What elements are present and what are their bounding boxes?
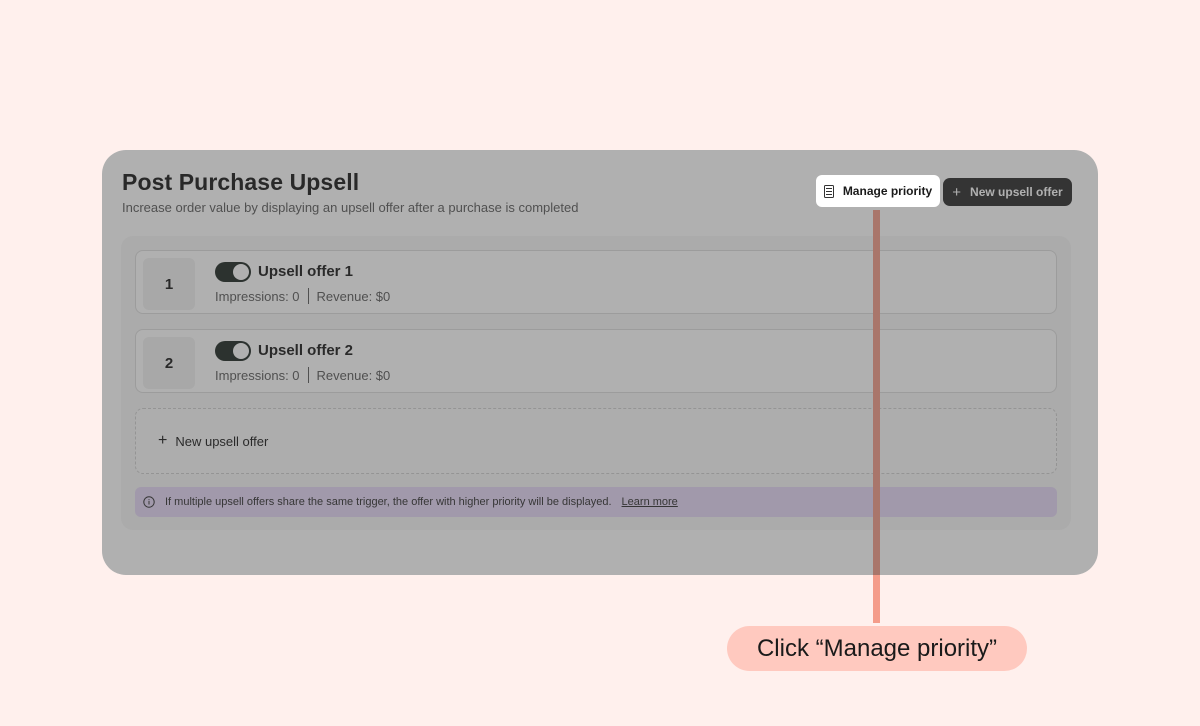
new-upsell-offer-label: New upsell offer: [970, 185, 1063, 199]
offer-row[interactable]: 2 Upsell offer 2 Impressions: 0 Revenue:…: [135, 329, 1057, 393]
info-icon: [143, 496, 155, 508]
page-subtitle: Increase order value by displaying an up…: [122, 200, 579, 215]
callout-pointer: [873, 210, 880, 623]
learn-more-link[interactable]: Learn more: [622, 496, 678, 508]
offer-toggle[interactable]: [215, 262, 251, 282]
offer-row[interactable]: 1 Upsell offer 1 Impressions: 0 Revenue:…: [135, 250, 1057, 314]
plus-icon: +: [158, 432, 168, 449]
offers-container: 1 Upsell offer 1 Impressions: 0 Revenue:…: [121, 236, 1071, 530]
instruction-callout: Click “Manage priority”: [727, 626, 1027, 671]
new-upsell-offer-button[interactable]: + New upsell offer: [943, 178, 1072, 206]
callout-text: Click “Manage priority”: [756, 634, 998, 662]
offer-stats: Impressions: 0 Revenue: $0: [215, 288, 390, 304]
revenue-stat: Revenue: $0: [316, 367, 391, 383]
plus-icon: +: [952, 183, 962, 201]
offer-stats: Impressions: 0 Revenue: $0: [215, 367, 390, 383]
manage-priority-label: Manage priority: [842, 184, 933, 198]
add-upsell-offer-label: New upsell offer: [175, 433, 269, 449]
toggle-knob: [233, 264, 249, 280]
manage-priority-button[interactable]: Manage priority: [816, 175, 940, 207]
toggle-knob: [233, 343, 249, 359]
add-upsell-offer-row[interactable]: + New upsell offer: [135, 408, 1057, 474]
page-title: Post Purchase Upsell: [122, 169, 360, 195]
priority-number: 2: [143, 337, 195, 389]
banner-text: If multiple upsell offers share the same…: [165, 496, 612, 508]
impressions-stat: Impressions: 0: [215, 288, 300, 304]
offer-name[interactable]: Upsell offer 2: [258, 342, 353, 359]
list-icon: [823, 184, 834, 198]
offer-name[interactable]: Upsell offer 1: [258, 263, 353, 280]
upsell-panel: Post Purchase Upsell Increase order valu…: [102, 150, 1098, 575]
priority-number: 1: [143, 258, 195, 310]
revenue-stat: Revenue: $0: [316, 288, 391, 304]
stat-divider: [307, 288, 309, 304]
offer-toggle[interactable]: [215, 341, 251, 361]
priority-info-banner: If multiple upsell offers share the same…: [135, 487, 1057, 517]
impressions-stat: Impressions: 0: [215, 367, 300, 383]
stat-divider: [307, 367, 309, 383]
